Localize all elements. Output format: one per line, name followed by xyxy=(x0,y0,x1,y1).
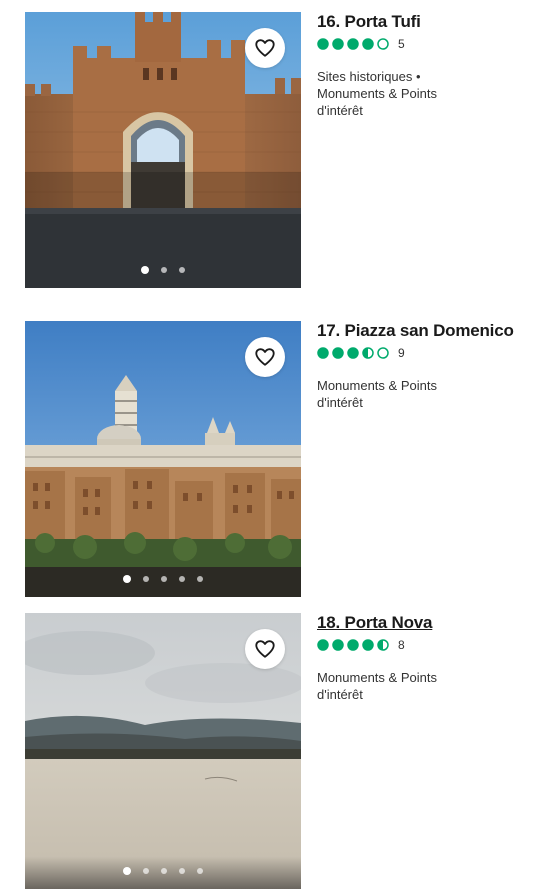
rating-bubble-full xyxy=(347,347,359,359)
attractions-list: 16. Porta Tufi 5 Sites historiques • Mon… xyxy=(0,0,533,895)
review-count[interactable]: 5 xyxy=(398,37,405,51)
carousel-dot[interactable] xyxy=(143,868,149,874)
category-line: Sites historiques • xyxy=(317,69,421,84)
carousel-dots xyxy=(25,575,301,583)
category-line: d'intérêt xyxy=(317,103,363,118)
rating-bubbles xyxy=(317,38,389,50)
rating-bubble-full xyxy=(332,639,344,651)
carousel-dot[interactable] xyxy=(197,868,203,874)
rating-row: 5 xyxy=(317,36,527,52)
attraction-title[interactable]: 16. Porta Tufi xyxy=(317,12,421,32)
attraction-category: Monuments & Points d'intérêt xyxy=(317,377,527,411)
carousel-dot[interactable] xyxy=(123,575,131,583)
review-count[interactable]: 8 xyxy=(398,638,405,652)
rating-bubble-empty xyxy=(377,38,389,50)
carousel-dot[interactable] xyxy=(179,267,185,273)
carousel-dots xyxy=(25,867,301,875)
heart-icon xyxy=(255,39,275,57)
rating-bubble-full xyxy=(332,38,344,50)
review-count[interactable]: 9 xyxy=(398,346,405,360)
rating-bubble-half xyxy=(377,639,389,651)
rating-bubble-full xyxy=(362,639,374,651)
attraction-photo[interactable] xyxy=(25,321,301,597)
category-line: Monuments & Points xyxy=(317,670,437,685)
category-line: d'intérêt xyxy=(317,687,363,702)
attraction-category: Monuments & Points d'intérêt xyxy=(317,669,527,703)
attraction-info: 18. Porta Nova 8 Monuments & Points d'in… xyxy=(317,613,527,703)
attraction-photo[interactable] xyxy=(25,12,301,288)
attraction-title[interactable]: 18. Porta Nova xyxy=(317,613,433,633)
save-to-favorites-button[interactable] xyxy=(245,629,285,669)
carousel-dot[interactable] xyxy=(161,868,167,874)
carousel-dot[interactable] xyxy=(179,868,185,874)
attraction-info: 17. Piazza san Domenico 9 Monuments & Po… xyxy=(317,321,527,411)
carousel-dots xyxy=(25,266,301,274)
rating-bubble-full xyxy=(317,38,329,50)
save-to-favorites-button[interactable] xyxy=(245,28,285,68)
attraction-title[interactable]: 17. Piazza san Domenico xyxy=(317,321,514,341)
rating-bubble-half xyxy=(362,347,374,359)
rating-bubble-full xyxy=(347,639,359,651)
rating-bubbles xyxy=(317,639,389,651)
rating-row: 9 xyxy=(317,345,527,361)
carousel-dot[interactable] xyxy=(143,576,149,582)
category-line: d'intérêt xyxy=(317,395,363,410)
carousel-dot[interactable] xyxy=(141,266,149,274)
category-line: Monuments & Points xyxy=(317,378,437,393)
category-line: Monuments & Points xyxy=(317,86,437,101)
carousel-dot[interactable] xyxy=(161,576,167,582)
attraction-photo[interactable] xyxy=(25,613,301,889)
rating-bubbles xyxy=(317,347,389,359)
rating-bubble-full xyxy=(332,347,344,359)
attraction-info: 16. Porta Tufi 5 Sites historiques • Mon… xyxy=(317,12,527,119)
rating-bubble-empty xyxy=(377,347,389,359)
heart-icon xyxy=(255,348,275,366)
rating-row: 8 xyxy=(317,637,527,653)
carousel-dot[interactable] xyxy=(123,867,131,875)
save-to-favorites-button[interactable] xyxy=(245,337,285,377)
heart-icon xyxy=(255,640,275,658)
carousel-dot[interactable] xyxy=(179,576,185,582)
rating-bubble-full xyxy=(362,38,374,50)
carousel-dot[interactable] xyxy=(161,267,167,273)
carousel-dot[interactable] xyxy=(197,576,203,582)
rating-bubble-full xyxy=(347,38,359,50)
rating-bubble-full xyxy=(317,347,329,359)
rating-bubble-full xyxy=(317,639,329,651)
attraction-category: Sites historiques • Monuments & Points d… xyxy=(317,68,527,119)
